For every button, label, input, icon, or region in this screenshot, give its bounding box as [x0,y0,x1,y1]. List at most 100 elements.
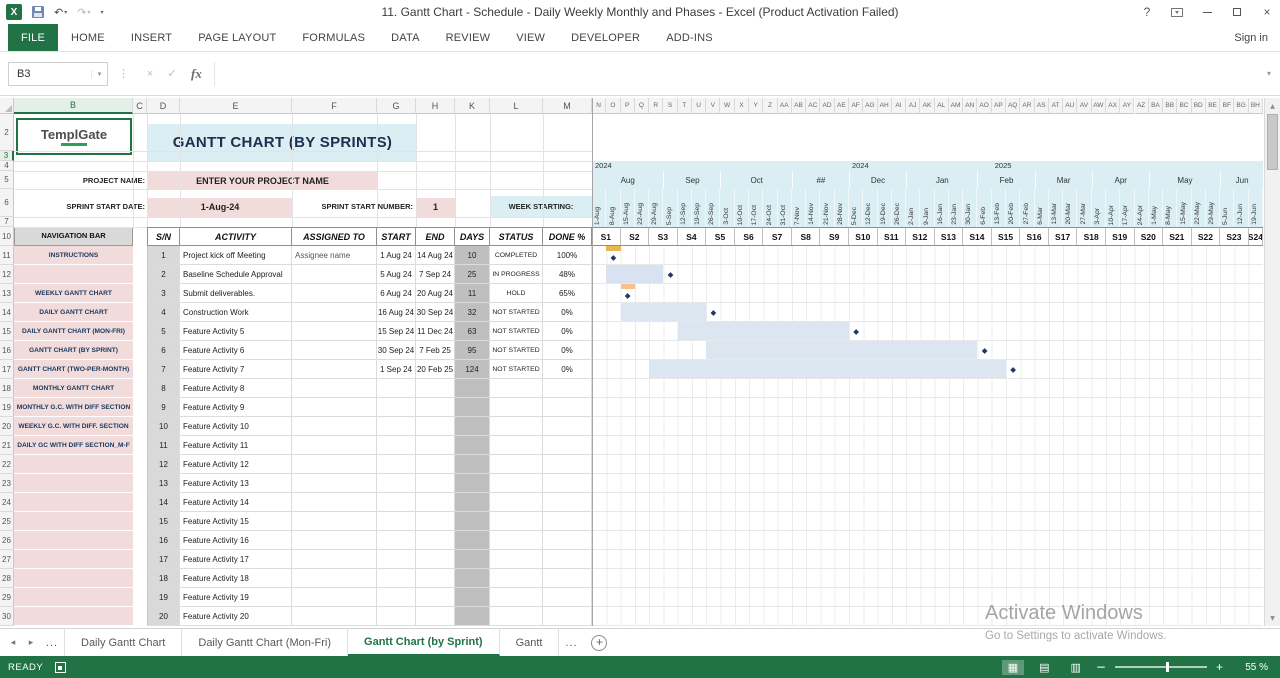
cell-activity-row-11[interactable]: Feature Activity 11 [180,436,292,455]
cell-assigned-row-3[interactable] [292,284,377,303]
cell-done-row-18[interactable] [543,569,592,588]
cell-assigned-row-9[interactable] [292,398,377,417]
cell-end-row-17[interactable] [416,550,455,569]
gantt-row-15[interactable] [592,512,1263,531]
cell-days-row-19[interactable] [455,588,490,607]
cell-sn-row-7[interactable]: 7 [147,360,180,379]
vertical-scroll-thumb[interactable] [1267,114,1278,170]
column-header-e[interactable]: E [180,98,292,114]
cell-activity-row-17[interactable]: Feature Activity 17 [180,550,292,569]
row-header-28[interactable]: 28 [0,569,14,588]
cell-assigned-row-20[interactable] [292,607,377,626]
cell-status-row-17[interactable] [490,550,543,569]
redo-button[interactable]: ↷ ▾ [77,6,90,19]
row-header-22[interactable]: 22 [0,455,14,474]
cell-sn-row-12[interactable]: 12 [147,455,180,474]
cell-start-row-11[interactable] [377,436,416,455]
cell-activity-row-2[interactable]: Baseline Schedule Approval [180,265,292,284]
restore-button[interactable] [1230,6,1245,16]
cell-done-row-15[interactable] [543,512,592,531]
cell-status-row-11[interactable] [490,436,543,455]
cell-assigned-row-15[interactable] [292,512,377,531]
cell-days-row-5[interactable]: 63 [455,322,490,341]
row-header-10[interactable]: 10 [0,227,14,246]
cell-end-row-4[interactable]: 30 Sep 24 [416,303,455,322]
cell-sn-row-20[interactable]: 20 [147,607,180,626]
cell-days-row-2[interactable]: 25 [455,265,490,284]
tab-scroll-right-icon[interactable]: ▸ [22,629,40,656]
cell-days-row-4[interactable]: 32 [455,303,490,322]
ribbon-display-options-button[interactable] [1170,7,1184,17]
formula-bar-expand-icon[interactable]: ▾ [1258,69,1280,78]
row-header-14[interactable]: 14 [0,303,14,322]
cell-status-row-8[interactable] [490,379,543,398]
cell-done-row-3[interactable]: 65% [543,284,592,303]
cell-done-row-16[interactable] [543,531,592,550]
gantt-row-12[interactable] [592,455,1263,474]
cell-end-row-20[interactable] [416,607,455,626]
column-header-bf[interactable]: BF [1220,98,1235,114]
cell-start-row-13[interactable] [377,474,416,493]
zoom-in-button[interactable]: + [1216,660,1223,674]
column-header-av[interactable]: AV [1077,98,1092,114]
cell-status-row-6[interactable]: NOT STARTED [490,341,543,360]
cell-done-row-17[interactable] [543,550,592,569]
nav-item-gantt-chart-two-per-month[interactable]: GANTT CHART (TWO-PER-MONTH) [14,360,133,379]
cell-sn-row-16[interactable]: 16 [147,531,180,550]
nav-item-monthly-g-c-with-diff-section[interactable]: MONTHLY G.C. WITH DIFF SECTION [14,398,133,417]
column-header-ax[interactable]: AX [1105,98,1121,114]
sheet-tab-daily-gantt-chart-mon-fri[interactable]: Daily Gantt Chart (Mon-Fri) [182,629,349,656]
cell-start-row-19[interactable] [377,588,416,607]
cell-assigned-row-6[interactable] [292,341,377,360]
cell-start-row-7[interactable]: 1 Sep 24 [377,360,416,379]
row-header-29[interactable]: 29 [0,588,14,607]
cell-status-row-19[interactable] [490,588,543,607]
nav-item-weekly-gantt-chart[interactable]: WEEKLY GANTT CHART [14,284,133,303]
gantt-row-4[interactable]: ◆ [592,303,1263,322]
sheet-tab-gantt-chart-by-sprint[interactable]: Gantt Chart (by Sprint) [348,629,500,656]
cell-status-row-5[interactable]: NOT STARTED [490,322,543,341]
column-header-at[interactable]: AT [1048,98,1064,114]
cell-end-row-7[interactable]: 20 Feb 25 [416,360,455,379]
column-header-l[interactable]: L [490,98,543,114]
minimize-button[interactable] [1200,11,1214,13]
ribbon-tab-add-ins[interactable]: ADD-INS [653,24,726,51]
column-header-ah[interactable]: AH [877,98,892,114]
formula-input[interactable] [213,61,1258,86]
cell-activity-row-8[interactable]: Feature Activity 8 [180,379,292,398]
cell-sn-row-15[interactable]: 15 [147,512,180,531]
cell-end-row-5[interactable]: 11 Dec 24 [416,322,455,341]
column-header-z[interactable]: Z [763,98,778,114]
ribbon-tab-formulas[interactable]: FORMULAS [289,24,378,51]
row-header-16[interactable]: 16 [0,341,14,360]
cell-assigned-row-19[interactable] [292,588,377,607]
formula-bar-handle-icon[interactable]: ⋮ [118,67,129,80]
cell-done-row-13[interactable] [543,474,592,493]
nav-item-daily-gc-with-diff-section-m-f[interactable]: DAILY GC WITH DIFF SECTION_M-F [14,436,133,455]
cell-sn-row-17[interactable]: 17 [147,550,180,569]
cell-days-row-6[interactable]: 95 [455,341,490,360]
cell-activity-row-7[interactable]: Feature Activity 7 [180,360,292,379]
cell-done-row-1[interactable]: 100% [543,246,592,265]
cell-assigned-row-4[interactable] [292,303,377,322]
column-header-ay[interactable]: AY [1120,98,1135,114]
ribbon-tab-developer[interactable]: DEVELOPER [558,24,653,51]
cell-end-row-16[interactable] [416,531,455,550]
column-header-h[interactable]: H [416,98,455,114]
column-header-ab[interactable]: AB [791,98,807,114]
cell-days-row-3[interactable]: 11 [455,284,490,303]
column-header-am[interactable]: AM [948,98,964,114]
gantt-row-1[interactable]: ◆ [592,246,1263,265]
cell-assigned-row-5[interactable] [292,322,377,341]
gantt-row-7[interactable]: ◆ [592,360,1263,379]
cell-activity-row-4[interactable]: Construction Work [180,303,292,322]
gantt-row-6[interactable]: ◆ [592,341,1263,360]
column-header-be[interactable]: BE [1205,98,1221,114]
cell-status-row-4[interactable]: NOT STARTED [490,303,543,322]
cell-done-row-5[interactable]: 0% [543,322,592,341]
redo-dropdown-icon[interactable]: ▾ [87,9,90,16]
row-header-12[interactable]: 12 [0,265,14,284]
cell-assigned-row-2[interactable] [292,265,377,284]
ribbon-tab-data[interactable]: DATA [378,24,433,51]
column-header-t[interactable]: T [677,98,692,114]
